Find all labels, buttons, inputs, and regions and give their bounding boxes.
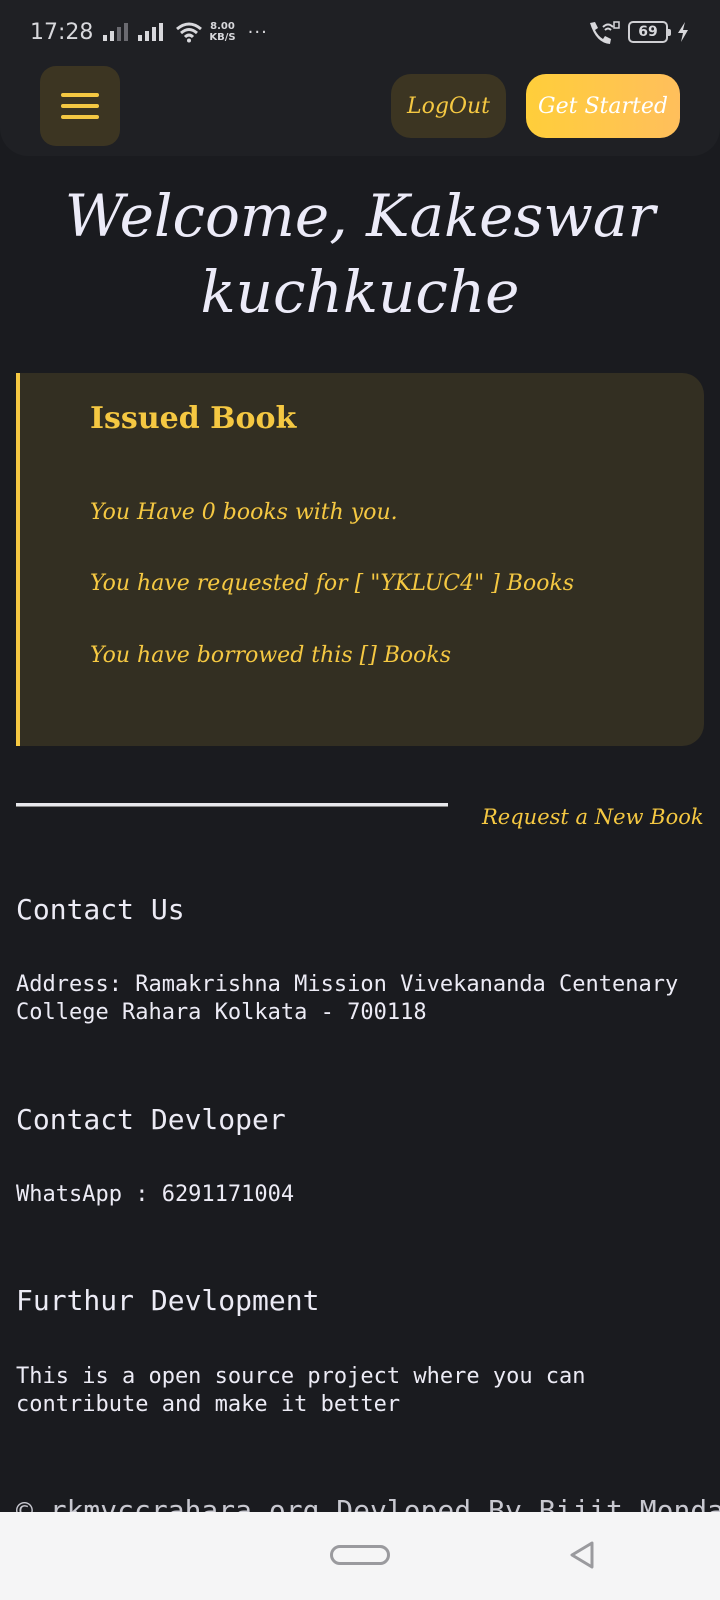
further-development-text: This is a open source project where you … <box>16 1364 586 1417</box>
status-time: 17:28 <box>30 19 94 45</box>
divider <box>16 803 448 807</box>
further-development-heading: Furthur Devlopment <box>16 1284 320 1317</box>
issued-book-card: Issued Book You Have 0 books with you. Y… <box>16 373 704 746</box>
system-navigation-bar <box>0 1512 720 1600</box>
menu-bar-icon <box>61 104 99 108</box>
net-speed-value: 8.00 <box>210 21 235 32</box>
menu-bar-icon <box>61 93 99 97</box>
home-button[interactable] <box>330 1545 390 1565</box>
signal-icon <box>103 23 129 41</box>
charging-icon <box>678 22 688 42</box>
issued-book-title: Issued Book <box>90 401 297 436</box>
welcome-heading: Welcome, Kakeswar kuchkuche <box>0 178 720 330</box>
menu-bar-icon <box>61 115 99 119</box>
get-started-button[interactable]: Get Started <box>526 74 680 138</box>
net-speed: 8.00 KB/S <box>209 21 235 43</box>
battery-icon: 69 <box>628 21 671 43</box>
battery-level: 69 <box>638 24 658 40</box>
net-speed-unit: KB/S <box>209 32 236 43</box>
status-right: 69 <box>586 19 690 45</box>
borrowed-books-text: You have borrowed this [] Books <box>90 643 452 668</box>
wifi-icon <box>176 22 203 43</box>
welcome-line-2: kuchkuche <box>200 258 520 326</box>
whatsapp-text: WhatsApp : 6291171004 <box>16 1182 295 1207</box>
back-icon[interactable] <box>568 1540 596 1570</box>
books-with-you-text: You Have 0 books with you. <box>90 500 398 525</box>
contact-developer-heading: Contact Devloper <box>16 1103 286 1136</box>
hamburger-menu-button[interactable] <box>40 66 120 146</box>
request-new-book-link[interactable]: Request a New Book <box>482 805 704 829</box>
wifi-call-icon <box>590 21 620 44</box>
top-navbar: LogOut Get Started <box>0 54 720 156</box>
more-notifications-icon: ··· <box>247 21 268 43</box>
logout-button[interactable]: LogOut <box>391 74 506 138</box>
address-text: Address: Ramakrishna Mission Vivekananda… <box>16 972 679 1025</box>
signal-icon-2 <box>138 23 164 41</box>
requested-books-text: You have requested for [ "YKLUC4" ] Book… <box>90 571 575 596</box>
contact-us-heading: Contact Us <box>16 893 185 926</box>
welcome-line-1: Welcome, Kakeswar <box>64 182 656 250</box>
